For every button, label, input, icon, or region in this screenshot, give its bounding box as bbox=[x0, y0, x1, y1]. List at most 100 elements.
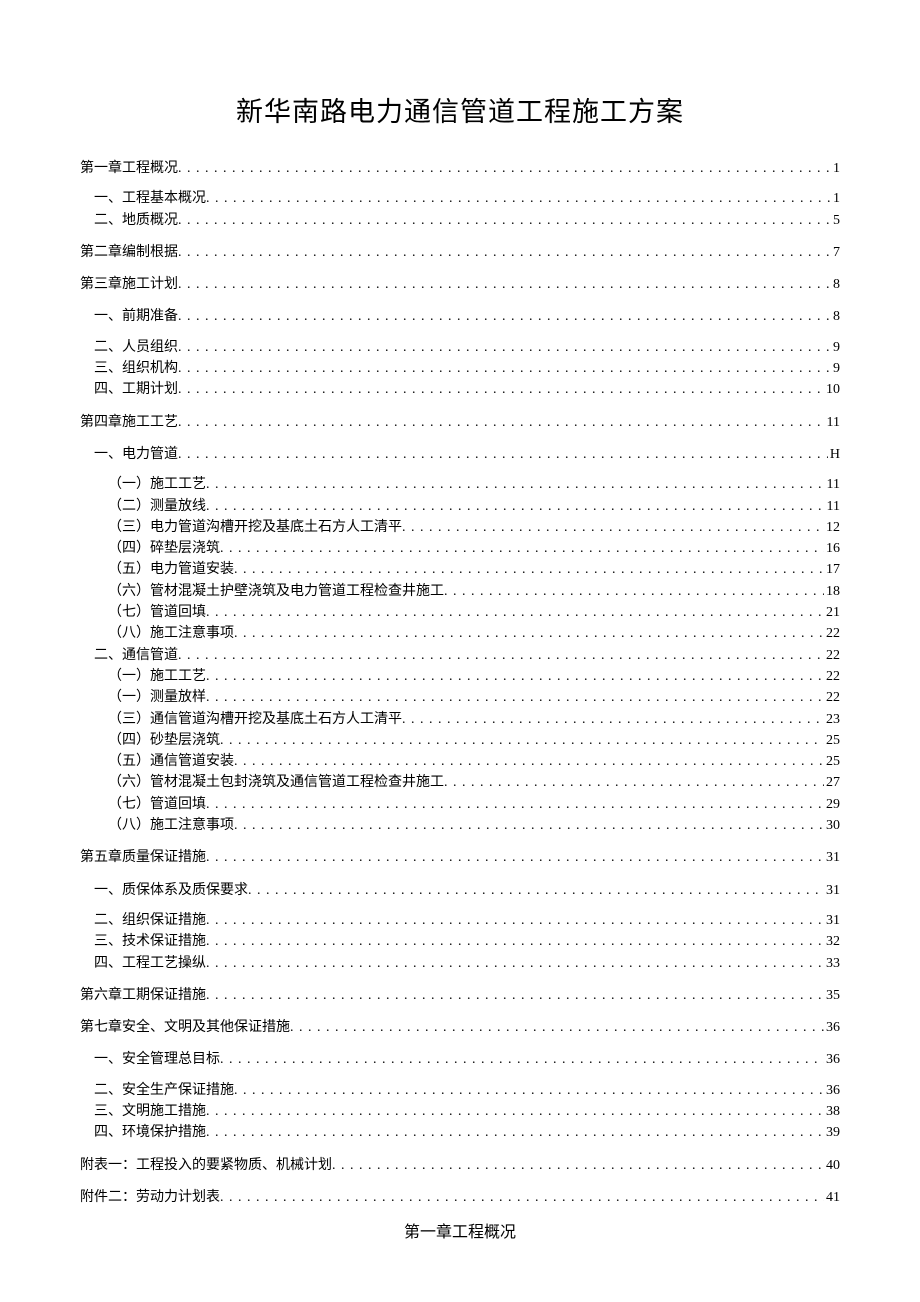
toc-page-number: 11 bbox=[825, 413, 840, 433]
toc-label: （八）施工注意事项 bbox=[108, 816, 234, 836]
toc-label: （六）管材混凝土护壁浇筑及电力管道工程检查井施工 bbox=[108, 582, 444, 602]
toc-leader bbox=[206, 986, 824, 1006]
toc-entry: 一、电力管道H bbox=[94, 445, 840, 465]
toc-page-number: 41 bbox=[824, 1188, 840, 1208]
toc-entry: （五）通信管道安装25 bbox=[108, 752, 840, 772]
toc-label: （八）施工注意事项 bbox=[108, 624, 234, 644]
toc-entry: 第六章工期保证措施35 bbox=[80, 986, 840, 1006]
toc-page-number: 17 bbox=[824, 560, 840, 580]
toc-entry: （三）电力管道沟槽开挖及基底土石方人工清平12 bbox=[108, 518, 840, 538]
toc-page-number: 16 bbox=[824, 539, 840, 559]
toc-leader bbox=[206, 603, 824, 623]
toc-label: 二、通信管道 bbox=[94, 646, 178, 666]
toc-page-number: 32 bbox=[824, 932, 840, 952]
toc-entry: 第一章工程概况 1 bbox=[80, 159, 840, 179]
toc-entry: （一）施工工艺11 bbox=[108, 475, 840, 495]
toc-entry: 三、文明施工措施38 bbox=[94, 1102, 840, 1122]
toc-leader bbox=[290, 1018, 824, 1038]
toc-page-number: 31 bbox=[824, 911, 840, 931]
toc-leader bbox=[178, 338, 831, 358]
toc-entry: 一、质保体系及质保要求 31 bbox=[94, 881, 840, 901]
toc-leader bbox=[444, 582, 824, 602]
toc-leader bbox=[234, 560, 824, 580]
toc-leader bbox=[178, 211, 831, 231]
toc-page-number: 22 bbox=[824, 688, 840, 708]
toc-label: 二、人员组织 bbox=[94, 338, 178, 358]
toc-entry: （八）施工注意事项 30 bbox=[108, 816, 840, 836]
toc-entry: （一）施工工艺22 bbox=[108, 667, 840, 687]
toc-page-number: 36 bbox=[824, 1050, 840, 1070]
toc-page-number: 31 bbox=[824, 881, 840, 901]
toc-label: 二、安全生产保证措施 bbox=[94, 1081, 234, 1101]
document-page: 新华南路电力通信管道工程施工方案 第一章工程概况1一、工程基本概况1二、地质概况… bbox=[0, 0, 920, 1302]
toc-label: （七）管道回填 bbox=[108, 603, 206, 623]
toc-leader bbox=[444, 773, 824, 793]
toc-label: 一、前期准备 bbox=[94, 307, 178, 327]
toc-page-number: 22 bbox=[824, 646, 840, 666]
toc-leader bbox=[178, 275, 831, 295]
toc-label: 一、安全管理总目标 bbox=[94, 1050, 220, 1070]
toc-entry: （二）测量放线 11 bbox=[108, 497, 840, 517]
toc-leader bbox=[206, 189, 831, 209]
toc-label: （二）测量放线 bbox=[108, 497, 206, 517]
toc-page-number: 31 bbox=[824, 848, 840, 868]
toc-label: 第四章施工工艺 bbox=[80, 413, 178, 433]
toc-leader bbox=[332, 1156, 824, 1176]
toc-entry: 二、安全生产保证措施36 bbox=[94, 1081, 840, 1101]
toc-page-number: 18 bbox=[824, 582, 840, 602]
toc-entry: （四）碎垫层浇筑 16 bbox=[108, 539, 840, 559]
toc-label: 一、工程基本概况 bbox=[94, 189, 206, 209]
toc-label: 二、组织保证措施 bbox=[94, 911, 206, 931]
toc-page-number: 30 bbox=[824, 816, 840, 836]
toc-leader bbox=[178, 307, 831, 327]
toc-label: 第一章工程概况 bbox=[80, 159, 178, 179]
toc-leader bbox=[220, 1050, 824, 1070]
toc-label: （四）砂垫层浇筑 bbox=[108, 731, 220, 751]
toc-label: （三）通信管道沟槽开挖及基底土石方人工清平 bbox=[108, 710, 402, 730]
toc-entry: 第三章施工计划8 bbox=[80, 275, 840, 295]
toc-leader bbox=[234, 816, 824, 836]
toc-label: 四、工程工艺操纵 bbox=[94, 954, 206, 974]
toc-page-number: 33 bbox=[824, 954, 840, 974]
toc-label: （六）管材混凝土包封浇筑及通信管道工程检查井施工 bbox=[108, 773, 444, 793]
toc-label: 一、质保体系及质保要求 bbox=[94, 881, 248, 901]
toc-leader bbox=[248, 881, 824, 901]
toc-page-number: 25 bbox=[824, 731, 840, 751]
toc-entry: 四、环境保护措施39 bbox=[94, 1123, 840, 1143]
toc-page-number: 27 bbox=[824, 773, 840, 793]
toc-leader bbox=[220, 1188, 824, 1208]
toc-label: 附件二：劳动力计划表 bbox=[80, 1188, 220, 1208]
toc-entry: （五）电力管道安装 17 bbox=[108, 560, 840, 580]
toc-page-number: 11 bbox=[825, 475, 840, 495]
toc-leader bbox=[206, 475, 825, 495]
toc-page-number: 7 bbox=[831, 243, 840, 263]
toc-entry: （六）管材混凝土包封浇筑及通信管道工程检查井施工 27 bbox=[108, 773, 840, 793]
toc-entry: 附表一：工程投入的要紧物质、机械计划40 bbox=[80, 1156, 840, 1176]
toc-entry: 一、工程基本概况1 bbox=[94, 189, 840, 209]
toc-label: （一）测量放样 bbox=[108, 688, 206, 708]
toc-label: （五）电力管道安装 bbox=[108, 560, 234, 580]
toc-entry: （八）施工注意事项22 bbox=[108, 624, 840, 644]
toc-label: 三、文明施工措施 bbox=[94, 1102, 206, 1122]
toc-page-number: 11 bbox=[825, 497, 840, 517]
toc-page-number: 1 bbox=[831, 159, 840, 179]
toc-page-number: 12 bbox=[824, 518, 840, 538]
toc-label: （五）通信管道安装 bbox=[108, 752, 234, 772]
toc-entry: （一）测量放样 22 bbox=[108, 688, 840, 708]
toc-leader bbox=[206, 1123, 824, 1143]
toc-page-number: 5 bbox=[831, 211, 840, 231]
toc-leader bbox=[178, 359, 831, 379]
toc-label: 二、地质概况 bbox=[94, 211, 178, 231]
toc-entry: 二、组织保证措施 31 bbox=[94, 911, 840, 931]
toc-leader bbox=[178, 445, 828, 465]
toc-label: 第七章安全、文明及其他保证措施 bbox=[80, 1018, 290, 1038]
toc-label: （四）碎垫层浇筑 bbox=[108, 539, 220, 559]
toc-leader bbox=[234, 1081, 824, 1101]
toc-leader bbox=[178, 243, 831, 263]
toc-label: 三、技术保证措施 bbox=[94, 932, 206, 952]
toc-entry: 二、人员组织9 bbox=[94, 338, 840, 358]
toc-label: 四、工期计划 bbox=[94, 380, 178, 400]
toc-leader bbox=[402, 710, 824, 730]
toc-entry: 第二章编制根据7 bbox=[80, 243, 840, 263]
toc-page-number: 40 bbox=[824, 1156, 840, 1176]
